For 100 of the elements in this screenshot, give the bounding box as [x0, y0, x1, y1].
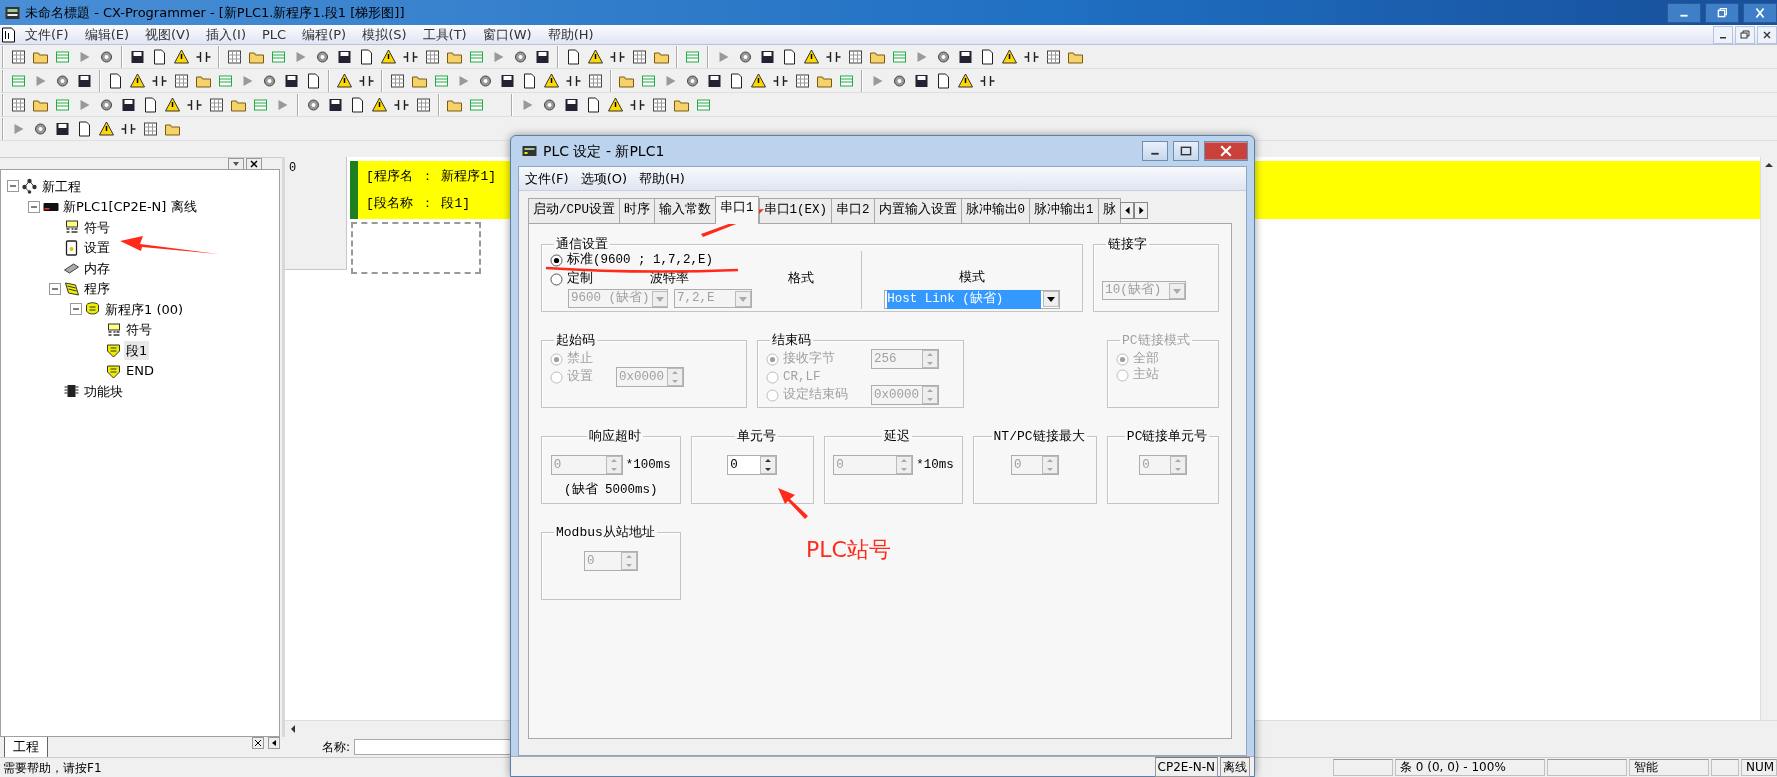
- menu-item[interactable]: PLC: [254, 24, 295, 45]
- warning-icon[interactable]: [955, 71, 976, 90]
- tab[interactable]: 时序: [619, 198, 655, 223]
- tree-item[interactable]: 新程序1 (00): [103, 299, 186, 319]
- network-icon: [21, 178, 38, 195]
- symbol-table-icon: [105, 321, 122, 338]
- status-panel: [1711, 759, 1739, 776]
- menu-item[interactable]: 帮助(H): [633, 168, 691, 189]
- warning-icon[interactable]: [748, 71, 769, 90]
- panel-tab[interactable]: 工程: [4, 737, 48, 758]
- radio-label: 接收字节: [783, 350, 835, 368]
- group-title: 结束码: [771, 334, 812, 347]
- field-label: 模式: [959, 269, 986, 287]
- tree-item[interactable]: 符号: [124, 320, 154, 340]
- tree-item[interactable]: 新工程: [40, 176, 83, 196]
- collapse-icon[interactable]: [70, 303, 82, 316]
- menu-item[interactable]: 视图(V): [137, 24, 199, 45]
- cell-cursor[interactable]: [351, 222, 481, 274]
- menu-item[interactable]: 窗口(W): [474, 24, 540, 45]
- status-panel: [1333, 759, 1393, 776]
- warning-icon[interactable]: [605, 95, 626, 114]
- tree-item[interactable]: 新PLC1[CP2E-N] 离线: [61, 197, 199, 217]
- close-button[interactable]: [1757, 25, 1777, 44]
- menu-item[interactable]: 帮助(H): [539, 24, 602, 45]
- menu-item[interactable]: 编程(P): [294, 24, 355, 45]
- group-title: PC链接单元号: [1125, 430, 1209, 443]
- tree-item[interactable]: 程序: [82, 279, 112, 299]
- minimize-button[interactable]: [1667, 2, 1701, 23]
- collapse-icon[interactable]: [28, 200, 40, 213]
- tree-item[interactable]: 功能块: [82, 381, 125, 401]
- close-button[interactable]: [1743, 2, 1777, 23]
- close-icon[interactable]: [250, 737, 266, 749]
- status-text: 需要帮助，请按F1: [2, 759, 102, 777]
- tree-item[interactable]: 内存: [82, 258, 112, 278]
- number-spinner[interactable]: 0: [727, 455, 778, 475]
- section-icon: [105, 362, 122, 379]
- menu-item[interactable]: 模拟(S): [354, 24, 415, 45]
- menu-item[interactable]: 选项(O): [574, 168, 633, 189]
- status-text: CP2E-N-N: [1154, 756, 1218, 777]
- warning-icon[interactable]: [541, 71, 562, 90]
- annotation-text: PLC站号: [806, 536, 891, 564]
- radio-label: 禁止: [567, 350, 593, 368]
- group-title: Modbus从站地址: [555, 526, 656, 539]
- menu-item[interactable]: 插入(I): [198, 24, 254, 45]
- tab[interactable]: 串口2: [831, 198, 875, 223]
- minimize-button[interactable]: [1142, 141, 1168, 161]
- warning-icon[interactable]: [801, 47, 822, 66]
- program-name: [程序名 ： 新程序1]: [366, 167, 496, 186]
- close-icon[interactable]: [246, 158, 262, 170]
- note-text: (缺省 5000ms): [563, 481, 659, 499]
- tree-item[interactable]: 段1: [124, 340, 150, 360]
- rung-number: 0: [285, 157, 347, 270]
- tab[interactable]: 脉: [1097, 198, 1121, 223]
- status-position: 条 0 (0, 0) - 100%: [1395, 759, 1545, 776]
- warning-icon[interactable]: [334, 71, 355, 90]
- radio-label: 设定结束码: [783, 386, 848, 404]
- tab[interactable]: 脉冲输出1: [1029, 198, 1099, 223]
- radio-button[interactable]: [550, 254, 563, 267]
- radio-button[interactable]: [550, 273, 563, 286]
- group-title: 链接字: [1107, 238, 1149, 251]
- tab[interactable]: 内置输入设置: [873, 198, 962, 223]
- app-icon: [4, 4, 21, 21]
- tab[interactable]: 串口1: [715, 196, 759, 224]
- restore-button[interactable]: [1705, 2, 1739, 23]
- warning-icon[interactable]: [96, 119, 117, 138]
- chip-icon: [63, 383, 80, 400]
- tree-item[interactable]: 设置: [82, 238, 112, 258]
- warning-icon[interactable]: [127, 71, 148, 90]
- group-title: 单元号: [735, 430, 777, 443]
- vertical-scrollbar[interactable]: [1760, 157, 1777, 720]
- group-title: 起始码: [555, 334, 596, 347]
- menu-item[interactable]: 工具(T): [414, 24, 475, 45]
- menu-item[interactable]: 文件(F): [519, 168, 575, 189]
- radio-label: 设置: [567, 368, 593, 386]
- warning-icon[interactable]: [378, 47, 399, 66]
- group-title: 通信设置: [555, 238, 609, 251]
- tab[interactable]: 输入常数: [654, 198, 716, 223]
- dialog-title: PLC 设定 - 新PLC1: [543, 141, 665, 161]
- status-mode: 智能: [1629, 759, 1709, 776]
- tab[interactable]: 启动/CPU设置: [528, 198, 620, 223]
- warning-icon[interactable]: [171, 47, 192, 66]
- restore-button[interactable]: [1735, 25, 1755, 44]
- chip-icon: [63, 260, 80, 277]
- tab[interactable]: 脉冲输出0: [960, 198, 1031, 223]
- tree-item[interactable]: END: [124, 361, 156, 381]
- document-icon[interactable]: [0, 26, 17, 43]
- maximize-button[interactable]: [1173, 141, 1199, 161]
- collapse-icon[interactable]: [7, 180, 19, 193]
- collapse-icon[interactable]: [49, 282, 61, 295]
- warning-icon[interactable]: [585, 47, 606, 66]
- status-text: 离线: [1220, 756, 1250, 777]
- arrow: [778, 488, 808, 519]
- warning-icon[interactable]: [162, 95, 183, 114]
- tab[interactable]: 串口1(EX): [758, 198, 833, 223]
- menu-item[interactable]: 编辑(E): [76, 24, 137, 45]
- menu-item[interactable]: 文件(F): [17, 24, 77, 45]
- warning-icon[interactable]: [369, 95, 390, 114]
- spin-arrows-icon[interactable]: [760, 456, 777, 474]
- tree-item[interactable]: 符号: [82, 217, 112, 237]
- warning-icon[interactable]: [999, 47, 1020, 66]
